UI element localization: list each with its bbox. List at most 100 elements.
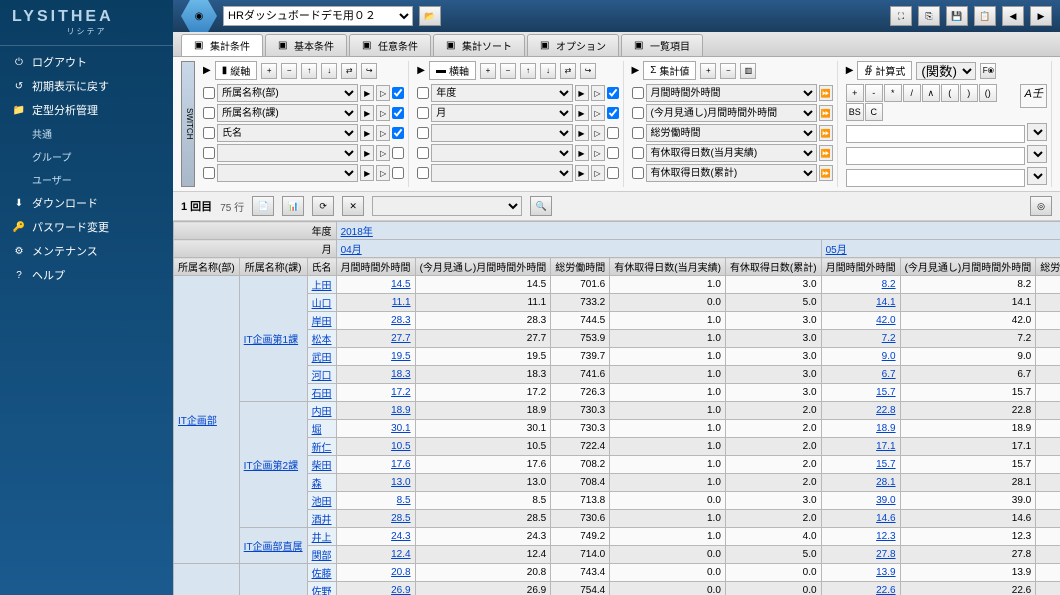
- name-cell[interactable]: 酒井: [307, 510, 336, 528]
- down-btn[interactable]: ↓: [321, 63, 337, 79]
- cfg-open[interactable]: ▶: [575, 125, 589, 141]
- cfg-check[interactable]: [203, 107, 215, 119]
- cfg-enable-check[interactable]: [607, 147, 619, 159]
- col-header[interactable]: 有休取得日数(累計): [725, 258, 821, 276]
- cfg-fwd[interactable]: ⏩: [819, 165, 833, 181]
- year-link[interactable]: 2018年: [341, 227, 373, 238]
- name-cell[interactable]: 石田: [307, 384, 336, 402]
- cfg-play[interactable]: ▷: [591, 85, 605, 101]
- val-cell[interactable]: 7.2: [821, 330, 900, 348]
- cfg-field-select[interactable]: 有休取得日数(累計): [646, 164, 817, 182]
- tab[interactable]: ▣基本条件: [265, 34, 347, 56]
- cfg-play[interactable]: ▷: [591, 165, 605, 181]
- cfg-field-select[interactable]: 総労働時間: [646, 124, 817, 142]
- val-cell[interactable]: 15.7: [821, 456, 900, 474]
- col-header[interactable]: 月間時間外時間: [821, 258, 900, 276]
- cfg-field-select[interactable]: 有休取得日数(当月実績): [646, 144, 817, 162]
- cfg-check[interactable]: [203, 147, 215, 159]
- cfg-check[interactable]: [632, 147, 644, 159]
- tab[interactable]: ▣一覧項目: [621, 34, 703, 56]
- add-btn[interactable]: +: [700, 63, 716, 79]
- name-cell[interactable]: 池田: [307, 492, 336, 510]
- val-cell[interactable]: 8.5: [336, 492, 415, 510]
- del-btn[interactable]: −: [720, 63, 736, 79]
- cfg-enable-check[interactable]: [607, 87, 619, 99]
- name-cell[interactable]: 岸田: [307, 312, 336, 330]
- swap-btn[interactable]: ⇄: [341, 63, 357, 79]
- nav-item[interactable]: 📁定型分析管理: [0, 98, 173, 122]
- col-header[interactable]: 所属名称(課): [239, 258, 307, 276]
- name-cell[interactable]: 井上: [307, 528, 336, 546]
- col-header[interactable]: (今月見通し)月間時間外時間: [900, 258, 1036, 276]
- cfg-check[interactable]: [417, 107, 429, 119]
- cfg-field-select[interactable]: (今月見通し)月間時間外時間: [646, 104, 817, 122]
- cfg-play[interactable]: ▷: [376, 85, 390, 101]
- prev-button[interactable]: ◀: [1002, 6, 1024, 26]
- copy-button[interactable]: 📋: [974, 6, 996, 26]
- cfg-fwd[interactable]: ⏩: [819, 125, 833, 141]
- val-cell[interactable]: 18.3: [336, 366, 415, 384]
- swap-btn[interactable]: ⇄: [560, 63, 576, 79]
- val-cell[interactable]: 30.1: [336, 420, 415, 438]
- cfg-check[interactable]: [203, 127, 215, 139]
- cfg-field-select[interactable]: [217, 164, 358, 182]
- field-btn[interactable]: F🞊: [980, 63, 996, 79]
- cfg-check[interactable]: [417, 167, 429, 179]
- cfg-enable-check[interactable]: [392, 107, 404, 119]
- name-cell[interactable]: 新仁: [307, 438, 336, 456]
- val-cell[interactable]: 18.9: [336, 402, 415, 420]
- cfg-field-select[interactable]: 月間時間外時間: [646, 84, 817, 102]
- refresh-button[interactable]: ⟳: [312, 196, 334, 216]
- op-btn[interactable]: -: [865, 84, 883, 102]
- settings-icon[interactable]: ◎: [1030, 196, 1052, 216]
- del-btn[interactable]: −: [281, 63, 297, 79]
- val-cell[interactable]: 26.9: [336, 582, 415, 595]
- cfg-check[interactable]: [632, 167, 644, 179]
- nav-subitem[interactable]: グループ: [0, 145, 173, 168]
- name-cell[interactable]: 上田: [307, 276, 336, 294]
- name-cell[interactable]: 関部: [307, 546, 336, 564]
- cfg-play[interactable]: ▷: [376, 145, 390, 161]
- cfg-field-select[interactable]: 年度: [431, 84, 572, 102]
- name-cell[interactable]: 松本: [307, 330, 336, 348]
- name-cell[interactable]: 柴田: [307, 456, 336, 474]
- cfg-fwd[interactable]: ⏩: [819, 105, 833, 121]
- del-btn[interactable]: −: [500, 63, 516, 79]
- dashboard-select[interactable]: HRダッシュボードデモ用０２: [223, 6, 413, 26]
- cfg-enable-check[interactable]: [392, 87, 404, 99]
- col-header[interactable]: 総労働時間: [1036, 258, 1060, 276]
- cfg-check[interactable]: [417, 87, 429, 99]
- cfg-play[interactable]: ▷: [376, 105, 390, 121]
- col-header[interactable]: 氏名: [307, 258, 336, 276]
- format-box[interactable]: A壬: [1020, 84, 1047, 108]
- cfg-open[interactable]: ▶: [360, 145, 374, 161]
- filter-btn[interactable]: ▥: [740, 63, 756, 79]
- nav-item[interactable]: ↺初期表示に戻す: [0, 74, 173, 98]
- val-cell[interactable]: 17.6: [336, 456, 415, 474]
- cfg-field-select[interactable]: [431, 164, 572, 182]
- nav-item[interactable]: ⬇ダウンロード: [0, 191, 173, 215]
- col-header[interactable]: 所属名称(部): [174, 258, 240, 276]
- dept-cell[interactable]: IT企画部: [174, 276, 240, 564]
- cfg-fwd[interactable]: ⏩: [819, 85, 833, 101]
- val-cell[interactable]: 12.3: [821, 528, 900, 546]
- chart-button[interactable]: 📊: [282, 196, 304, 216]
- cfg-play[interactable]: ▷: [591, 105, 605, 121]
- val-cell[interactable]: 22.6: [821, 582, 900, 595]
- down-btn[interactable]: ↓: [540, 63, 556, 79]
- nav-item[interactable]: ⏻ログアウト: [0, 50, 173, 74]
- nav-subitem[interactable]: 共通: [0, 122, 173, 145]
- section-cell[interactable]: IT企画第1課: [239, 276, 307, 402]
- op-btn[interactable]: (): [979, 84, 997, 102]
- op-btn[interactable]: BS: [846, 103, 864, 121]
- switch-handle[interactable]: SWITCH: [181, 61, 195, 187]
- save-button[interactable]: 💾: [946, 6, 968, 26]
- add-btn[interactable]: +: [261, 63, 277, 79]
- val-cell[interactable]: 39.0: [821, 492, 900, 510]
- cfg-enable-check[interactable]: [392, 167, 404, 179]
- cfg-check[interactable]: [417, 147, 429, 159]
- cfg-open[interactable]: ▶: [360, 85, 374, 101]
- tab[interactable]: ▣集計ソート: [433, 34, 525, 56]
- nav-item[interactable]: 🔑パスワード変更: [0, 215, 173, 239]
- formula-sel-2[interactable]: [1027, 145, 1047, 163]
